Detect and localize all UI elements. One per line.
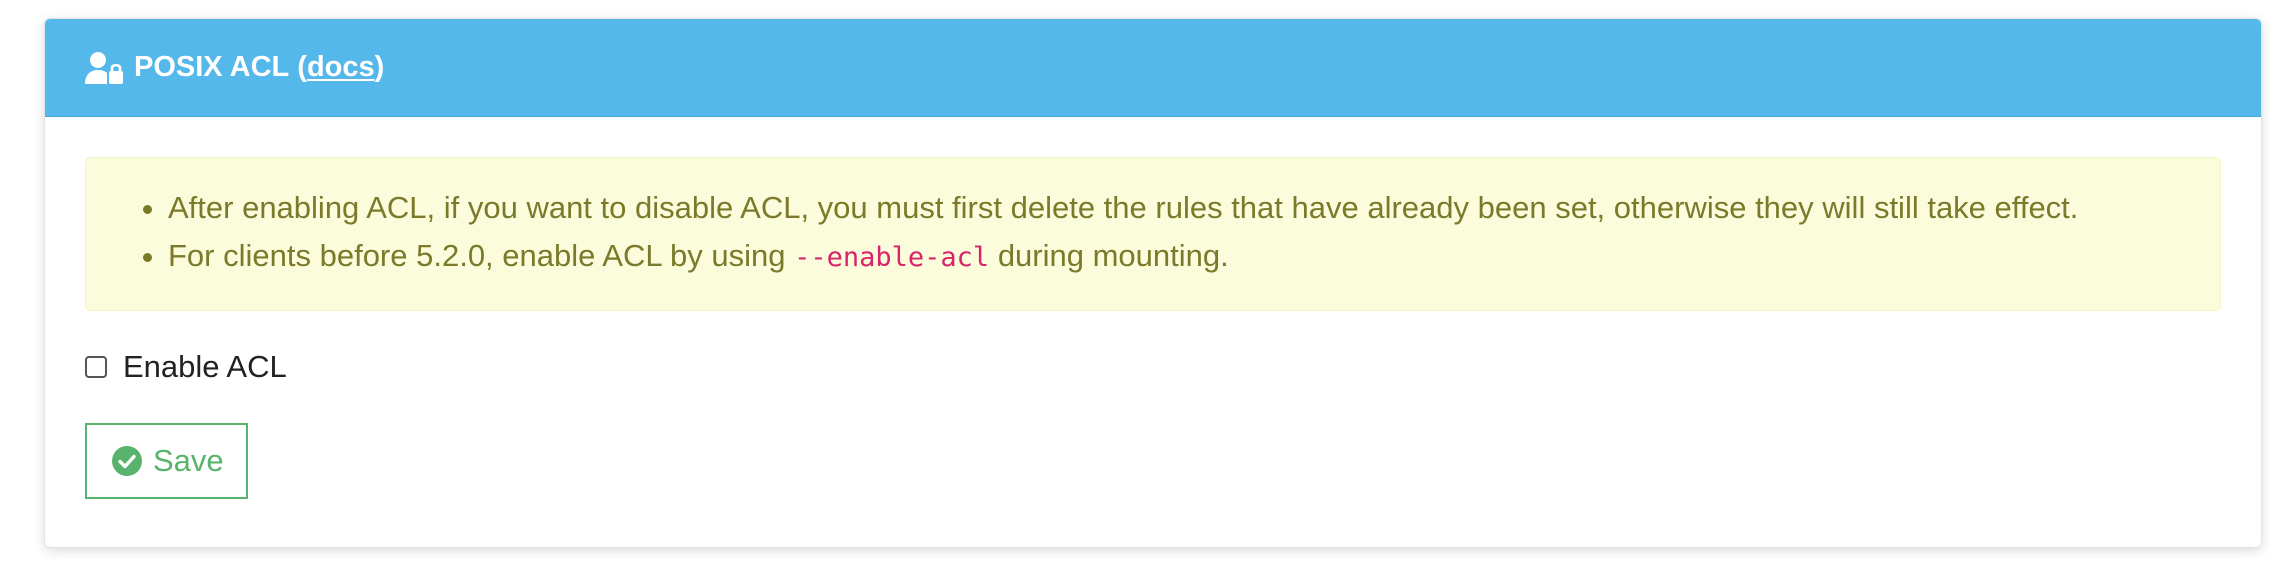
enable-acl-flag: --enable-acl xyxy=(794,242,990,273)
docs-link[interactable]: docs xyxy=(307,51,375,84)
alert-item-1-text: After enabling ACL, if you want to disab… xyxy=(168,190,2079,225)
alert-item-2-suffix: during mounting. xyxy=(989,238,1229,273)
save-label: Save xyxy=(153,443,224,478)
posix-acl-panel: POSIX ACL ( docs ) After enabling ACL, i… xyxy=(44,18,2262,548)
panel-body: After enabling ACL, if you want to disab… xyxy=(45,117,2261,499)
alert-list: After enabling ACL, if you want to disab… xyxy=(126,184,2180,282)
check-circle-icon xyxy=(111,445,143,477)
user-lock-icon xyxy=(85,51,125,85)
close-paren: ) xyxy=(374,51,385,83)
panel-title: POSIX ACL xyxy=(134,51,290,83)
alert-item-2-prefix: For clients before 5.2.0, enable ACL by … xyxy=(168,238,795,273)
acl-warning-alert: After enabling ACL, if you want to disab… xyxy=(85,157,2221,311)
alert-item-client-version: For clients before 5.2.0, enable ACL by … xyxy=(168,232,2180,282)
enable-acl-row: Enable ACL xyxy=(85,347,2221,387)
enable-acl-checkbox[interactable] xyxy=(85,356,107,378)
panel-header: POSIX ACL ( docs ) xyxy=(45,19,2261,117)
open-paren: ( xyxy=(289,51,307,83)
enable-acl-label[interactable]: Enable ACL xyxy=(123,349,287,385)
alert-item-disable-warning: After enabling ACL, if you want to disab… xyxy=(168,184,2180,232)
save-button[interactable]: Save xyxy=(85,423,248,499)
